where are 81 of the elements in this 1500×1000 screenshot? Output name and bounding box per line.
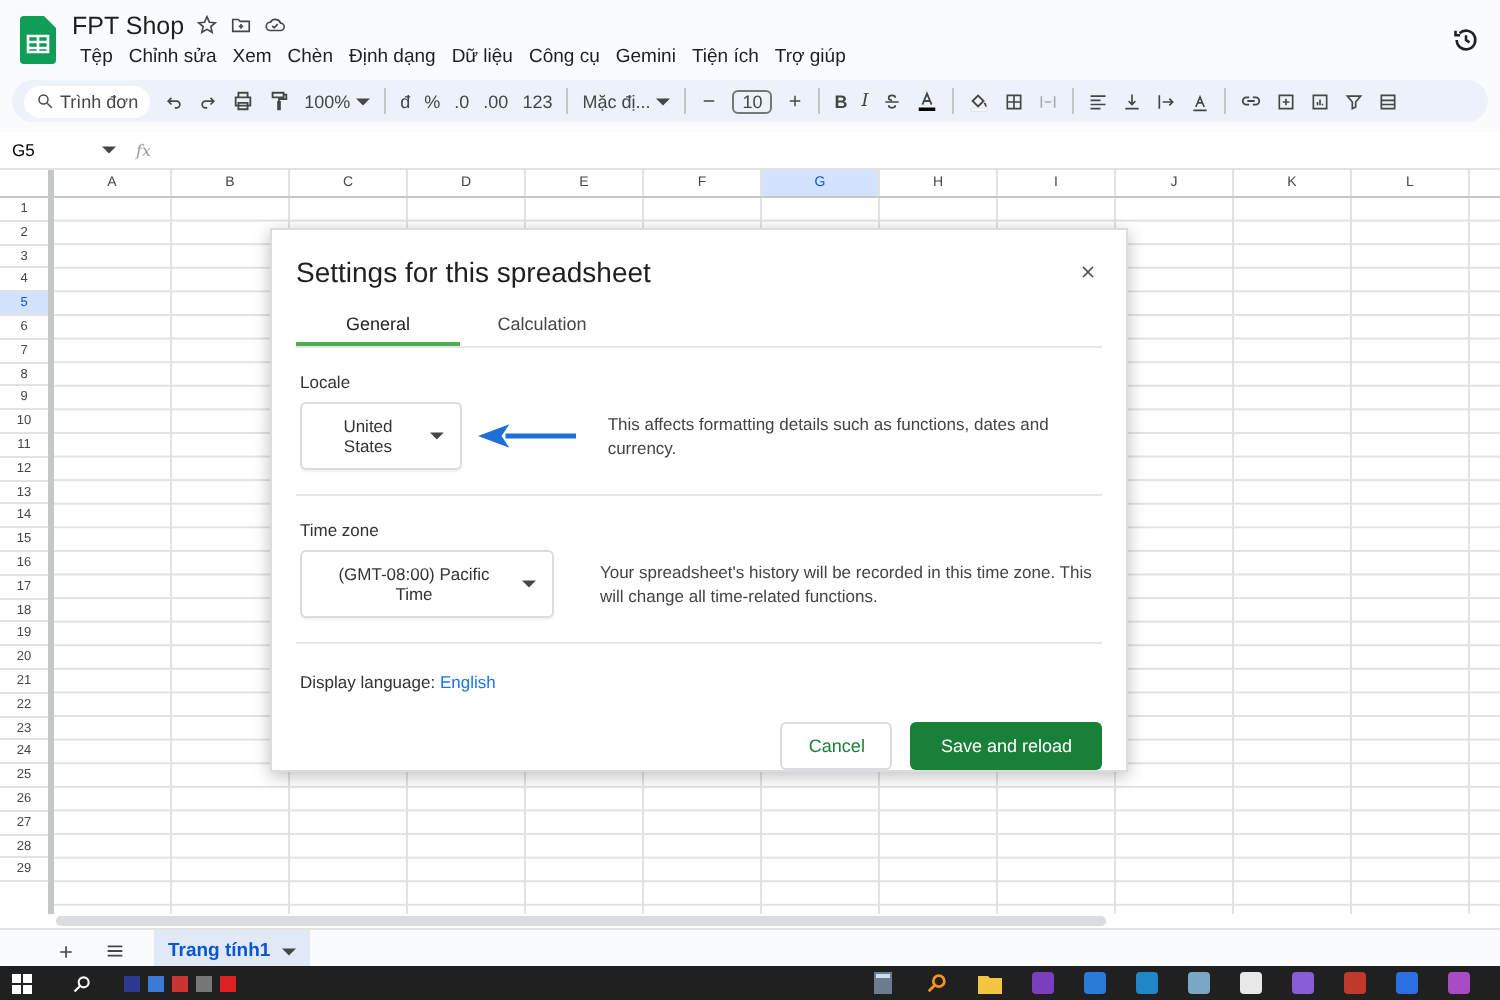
font-dropdown[interactable]: Mặc đị... [582,91,671,111]
align-icon[interactable] [1088,91,1109,111]
text-color-icon[interactable] [916,90,939,112]
save-button[interactable]: Save and reload [910,722,1102,770]
language-link[interactable]: English [439,672,496,692]
scrollbar-thumb[interactable] [56,916,1106,926]
menu-item[interactable]: Gemini [607,43,684,69]
link-icon[interactable] [1240,90,1263,112]
currency-button[interactable]: đ [400,91,411,111]
number-format-button[interactable]: 123 [522,91,553,111]
search-icon[interactable] [72,973,92,993]
bold-button[interactable]: B [834,91,848,111]
windows-icon[interactable] [12,973,32,993]
menu-item[interactable]: Chỉnh sửa [120,43,225,69]
font-size-field[interactable]: 10 [732,89,773,113]
close-icon[interactable] [1078,262,1098,282]
history-icon[interactable] [1452,26,1480,54]
paint-format-icon[interactable] [268,90,291,112]
caret-icon [356,97,371,105]
italic-button[interactable]: I [861,91,869,111]
plus-icon[interactable] [786,92,805,110]
caret-icon [102,146,116,154]
locale-description: This affects formatting details such as functions, dates and currency. [607,412,1051,460]
search-icon[interactable] [36,92,54,110]
decrease-decimal-button[interactable]: .0 [454,91,470,111]
locale-dropdown[interactable]: United States [300,402,462,470]
menu-item[interactable]: Định dạng [341,43,444,69]
table-icon[interactable] [1378,91,1399,111]
folder-icon[interactable] [230,14,253,36]
time-zone-description: Your spreadsheet's history will be recorded in this time zone. This will change all time-related functions. [599,560,1094,608]
app-icon[interactable] [1396,972,1418,994]
wrap-icon[interactable] [1156,91,1177,111]
caret-icon [282,947,297,955]
dialog-tab[interactable]: Calculation [460,310,624,346]
strikethrough-icon[interactable] [882,91,903,111]
comment-icon[interactable] [1276,91,1297,111]
fx-label: fx [136,141,151,159]
name-box[interactable]: G5 [12,140,116,160]
cloud-icon[interactable] [264,14,287,36]
display-language-text: Display language: English [298,670,498,696]
print-icon[interactable] [232,90,255,112]
locale-label: Locale [300,372,353,392]
menu-item[interactable]: Xem [224,43,280,69]
percent-button[interactable]: % [424,91,441,111]
cancel-button[interactable]: Cancel [780,722,893,770]
menu-item[interactable]: Tiện ích [683,43,767,69]
menu-item[interactable]: Dữ liệu [443,43,521,69]
filter-icon[interactable] [1344,91,1365,111]
app-icon[interactable] [1292,972,1314,994]
magnifier-icon[interactable] [926,972,948,994]
borders-icon[interactable] [1004,91,1025,111]
document-title[interactable]: FPT Shop [72,11,185,39]
star-icon[interactable] [196,14,219,36]
time-zone-dropdown[interactable]: (GMT-08:00) Pacific Time [300,550,554,618]
menu-item[interactable]: Trợ giúp [766,43,854,69]
increase-decimal-button[interactable]: .00 [483,91,509,111]
dialog-tab[interactable]: General [296,310,460,346]
caret-icon [656,97,671,105]
menu-search[interactable]: Trình đơn [24,85,151,117]
vertical-align-icon[interactable] [1122,91,1143,111]
menu-item[interactable]: Công cụ [520,43,608,69]
menu-icon[interactable] [104,940,126,962]
caret-icon [521,580,536,588]
chart-icon[interactable] [1310,91,1331,111]
app-icon[interactable] [1240,972,1262,994]
arrow-annotation [477,424,576,448]
plus-icon[interactable] [56,941,76,961]
folder-icon[interactable] [978,973,1002,993]
app-icon[interactable] [1448,972,1470,994]
zoom-dropdown[interactable]: 100% [304,91,371,111]
calculator-icon[interactable] [874,972,892,994]
time-zone-label: Time zone [300,520,381,540]
app-icon[interactable] [1084,972,1106,994]
fill-color-icon[interactable] [968,90,991,112]
caret-icon [429,432,444,440]
sheets-logo[interactable] [20,16,56,64]
app-icon[interactable] [1188,972,1210,994]
menu-item[interactable]: Tệp [72,43,121,69]
app-icon[interactable] [1136,972,1158,994]
dialog-title: Settings for this spreadsheet [296,256,651,288]
menu-item[interactable]: Chèn [279,43,341,69]
